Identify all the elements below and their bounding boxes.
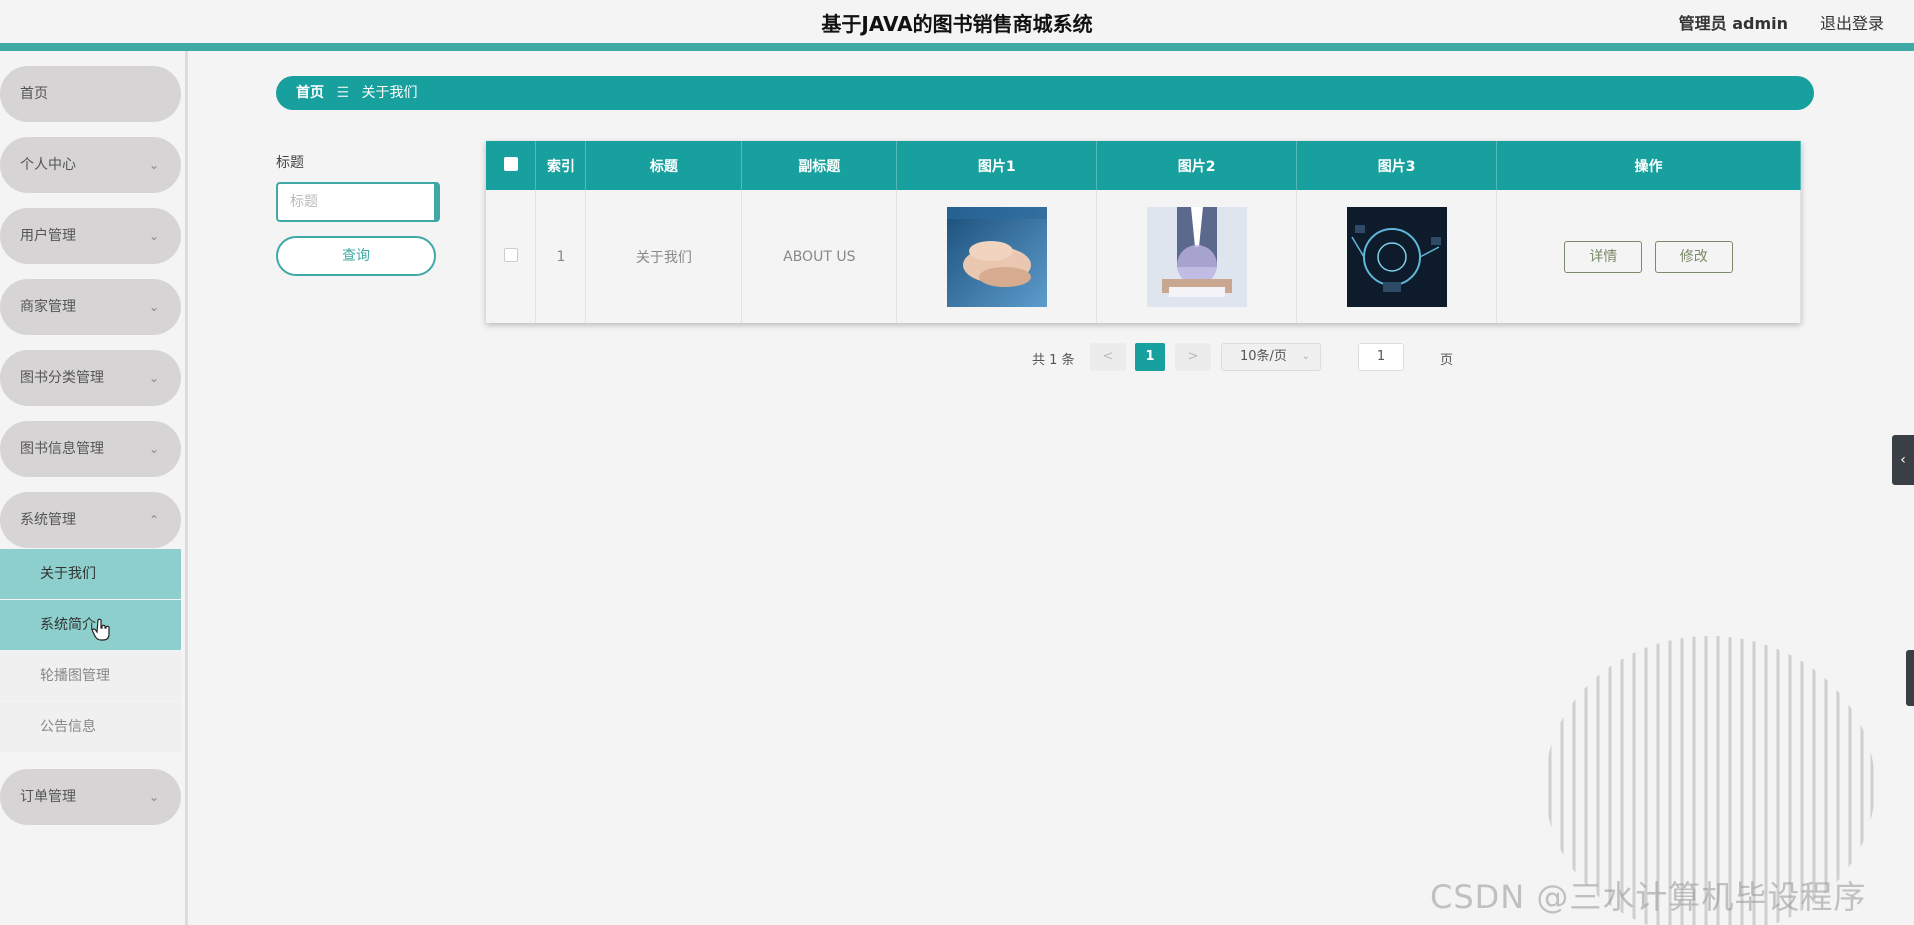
watermark: CSDN @三水计算机毕设程序 (1430, 878, 1867, 916)
select-all-cell (486, 141, 537, 190)
column-header: 副标题 (741, 141, 898, 190)
breadcrumb-current: 关于我们 (361, 85, 418, 101)
side-handle[interactable] (1906, 650, 1914, 706)
sidebar-item-label: 系统管理 (20, 512, 76, 528)
menu-icon: ☰ (336, 85, 350, 101)
sidebar-subitem-label: 公告信息 (40, 719, 96, 735)
chevron-down-icon: ⌄ (148, 229, 159, 243)
pagination-total: 共 1 条 (1032, 353, 1075, 368)
top-header: 基于JAVA的图书销售商城系统 管理员 admin 退出登录 (0, 0, 1914, 44)
chevron-down-icon: ⌄ (148, 442, 159, 456)
data-table: 索引 标题 副标题 图片1 图片2 图片3 操作 1 关于我们 ABOUT US (486, 141, 1801, 323)
table-row: 1 关于我们 ABOUT US 详情 修改 (486, 190, 1801, 323)
page-size-select[interactable]: 10条/页 ⌄ (1221, 343, 1321, 371)
sidebar-subitem-label: 关于我们 (40, 566, 96, 582)
index-cell: 1 (535, 190, 587, 323)
businessman-tablet-image[interactable] (1146, 206, 1247, 307)
sidebar-subitem-label: 轮播图管理 (40, 668, 110, 684)
image2-cell (1096, 190, 1298, 323)
header-accent-bar (0, 43, 1914, 51)
table-header-row: 索引 标题 副标题 图片1 图片2 图片3 操作 (486, 141, 1801, 190)
chevron-down-icon: ⌄ (148, 300, 159, 314)
collapse-tab[interactable]: ‹ (1892, 435, 1914, 485)
teamwork-hands-image[interactable] (946, 206, 1047, 307)
sidebar-subitem-label: 系统简介 (40, 617, 96, 633)
sidebar-item-home[interactable]: 首页 (0, 66, 181, 122)
sidebar-item-label: 首页 (20, 86, 48, 102)
row-checkbox[interactable] (503, 247, 518, 262)
goto-suffix: 页 (1440, 353, 1454, 368)
column-header: 图片3 (1296, 141, 1498, 190)
sidebar-item-label: 商家管理 (20, 299, 76, 315)
current-user: 管理员 admin (1678, 14, 1788, 33)
sidebar-subitem-carousel[interactable]: 轮播图管理 (0, 651, 181, 701)
chevron-down-icon: ⌄ (148, 158, 159, 172)
title-search-input[interactable] (276, 182, 440, 222)
technology-network-image[interactable] (1346, 206, 1447, 307)
detail-button[interactable]: 详情 (1564, 240, 1643, 273)
column-header: 图片2 (1096, 141, 1298, 190)
chevron-left-icon: ‹ (1900, 452, 1906, 468)
title-cell: 关于我们 (585, 190, 743, 323)
sidebar-subitem-notice[interactable]: 公告信息 (0, 702, 181, 752)
column-header: 标题 (585, 141, 743, 190)
page-size-value: 10条/页 (1240, 349, 1287, 364)
row-select-cell (486, 190, 537, 323)
sidebar-item-label: 个人中心 (20, 157, 76, 173)
chevron-down-icon: ⌄ (1301, 351, 1310, 362)
goto-page-input[interactable]: 1 (1358, 343, 1404, 371)
sidebar-subitem-about-us[interactable]: 关于我们 (0, 549, 181, 599)
pagination-next-button[interactable]: > (1175, 343, 1211, 371)
sidebar-item-system-management[interactable]: 系统管理 ⌃ (0, 492, 181, 548)
logout-link[interactable]: 退出登录 (1820, 10, 1884, 34)
sidebar-item-merchant-management[interactable]: 商家管理 ⌄ (0, 279, 181, 335)
app-title: 基于JAVA的图书销售商城系统 (821, 12, 1093, 36)
sidebar-item-book-category[interactable]: 图书分类管理 ⌄ (0, 350, 181, 406)
pagination-page-1[interactable]: 1 (1135, 343, 1165, 371)
search-label: 标题 (276, 155, 304, 171)
sidebar-item-label: 订单管理 (20, 789, 76, 805)
subtitle-cell: ABOUT US (741, 190, 898, 323)
image3-cell (1296, 190, 1498, 323)
sidebar-item-order-management[interactable]: 订单管理 ⌄ (0, 769, 181, 825)
sidebar-item-personal-center[interactable]: 个人中心 ⌄ (0, 137, 181, 193)
chevron-up-icon: ⌃ (148, 513, 159, 527)
pagination-prev-button[interactable]: < (1090, 343, 1126, 371)
chevron-down-icon: ⌄ (148, 371, 159, 385)
actions-cell: 详情 修改 (1496, 190, 1801, 323)
sidebar-item-book-info[interactable]: 图书信息管理 ⌄ (0, 421, 181, 477)
sidebar-item-label: 图书信息管理 (20, 441, 104, 457)
sidebar-subitem-system-intro[interactable]: 系统简介 (0, 600, 181, 650)
search-button[interactable]: 查询 (276, 236, 436, 276)
image1-cell (896, 190, 1098, 323)
select-all-checkbox[interactable] (503, 156, 518, 171)
column-header: 图片1 (896, 141, 1098, 190)
sidebar-item-label: 图书分类管理 (20, 370, 104, 386)
sidebar: 首页 个人中心 ⌄ 用户管理 ⌄ 商家管理 ⌄ 图书分类管理 ⌄ 图书信息管理 … (0, 51, 188, 925)
sidebar-item-label: 用户管理 (20, 228, 76, 244)
breadcrumb: 首页 ☰ 关于我们 (276, 76, 1814, 110)
column-header: 操作 (1496, 141, 1801, 190)
chevron-down-icon: ⌄ (148, 790, 159, 804)
breadcrumb-home[interactable]: 首页 (296, 85, 324, 101)
edit-button[interactable]: 修改 (1654, 240, 1733, 273)
hand-cursor-icon (92, 618, 110, 641)
column-header: 索引 (535, 141, 587, 190)
sidebar-item-user-management[interactable]: 用户管理 ⌄ (0, 208, 181, 264)
